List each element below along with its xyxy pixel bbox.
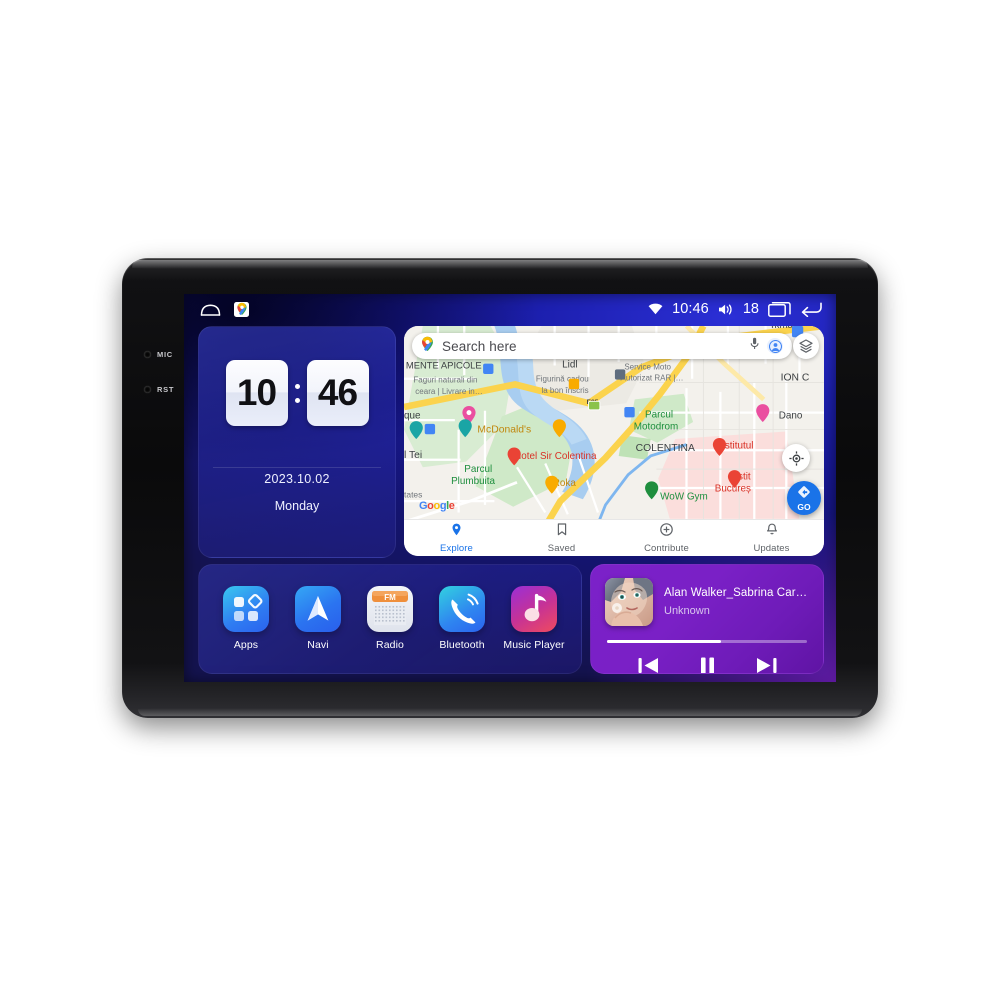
map-nav-updates[interactable]: Updates [719, 523, 824, 554]
recent-apps-icon[interactable] [768, 301, 791, 317]
map-nav-saved[interactable]: Saved [509, 522, 614, 554]
fm-radio-icon: FM [367, 586, 413, 632]
google-maps-pin-icon [421, 336, 434, 357]
mic-label: MIC [157, 350, 173, 359]
previous-track-button[interactable] [637, 656, 660, 673]
google-maps-icon[interactable] [234, 301, 249, 317]
status-time: 10:46 [672, 301, 709, 317]
reset-hole-icon[interactable] [144, 386, 151, 393]
navigate-go-button[interactable]: GO [787, 481, 821, 515]
clock-colon-icon [294, 383, 300, 403]
track-title: Alan Walker_Sabrina Carpenter_F… [664, 587, 809, 599]
status-bar-right: 10:46 18 [648, 301, 822, 317]
track-metadata: Alan Walker_Sabrina Carpenter_F… Unknown [664, 587, 809, 617]
app-label-apps: Apps [233, 639, 259, 651]
account-avatar-icon[interactable] [767, 338, 783, 354]
clock-date: 2023.10.02 [264, 472, 330, 486]
volume-icon[interactable] [718, 303, 734, 316]
clock-widget[interactable]: 10 46 2023.10.02 Monday [198, 326, 396, 558]
map-nav-contribute[interactable]: Contribute [614, 522, 719, 554]
status-bar: 10:46 18 [184, 294, 836, 324]
app-label-radio: Radio [376, 639, 404, 651]
map-nav-explore[interactable]: Explore [404, 523, 509, 554]
clock-hours: 10 [225, 360, 288, 426]
app-shortcut-apps[interactable]: Apps [217, 586, 275, 651]
my-location-icon[interactable] [782, 444, 810, 472]
now-playing-header: Alan Walker_Sabrina Carpenter_F… Unknown [591, 565, 823, 626]
music-note-icon [511, 586, 557, 632]
apps-grid-icon [223, 586, 269, 632]
clock-weekday: Monday [274, 499, 320, 513]
screenshot-root: MIC RST 10:46 18 10 46 2023.10.02 Monday… [0, 0, 1000, 1000]
playback-progress-fill [607, 640, 721, 643]
map-nav-explore-label: Explore [440, 542, 473, 554]
clock-divider [213, 467, 381, 468]
map-widget[interactable]: APINATURAMENTE APICOLEFaguri naturali di… [404, 326, 824, 556]
back-icon[interactable] [800, 302, 822, 317]
pause-button[interactable] [699, 656, 716, 673]
plus-circle-icon [660, 522, 673, 541]
wifi-icon [648, 303, 663, 315]
music-player-widget[interactable]: Alan Walker_Sabrina Carpenter_F… Unknown [590, 564, 824, 674]
go-label: GO [797, 501, 811, 512]
app-shortcut-radio[interactable]: FM Radio [361, 586, 419, 651]
bookmark-icon [557, 522, 567, 541]
search-input[interactable]: Search here [442, 339, 742, 354]
app-shortcut-navi[interactable]: Navi [289, 586, 347, 651]
home-widget-grid: 10 46 2023.10.02 Monday MENTE APICOLE Fa… [198, 326, 824, 674]
place-pin-icon [451, 523, 462, 541]
app-label-bluetooth: Bluetooth [439, 639, 485, 651]
album-art-image [605, 578, 653, 626]
bell-icon [766, 523, 778, 541]
radio-band-text: FM [384, 593, 396, 602]
playback-controls [591, 643, 823, 673]
playback-progress-bar[interactable] [607, 640, 807, 643]
app-label-music-player: Music Player [503, 639, 565, 651]
status-bar-left [200, 301, 249, 317]
app-dock-widget: Apps Navi FM Radio Bluetooth Music Playe… [198, 564, 582, 674]
app-shortcut-bluetooth[interactable]: Bluetooth [433, 586, 491, 651]
mic-hole-icon [144, 351, 151, 358]
volume-level: 18 [742, 301, 759, 317]
map-layers-icon[interactable] [793, 333, 819, 359]
app-shortcut-music-player[interactable]: Music Player [503, 586, 565, 651]
microphone-icon[interactable] [750, 337, 759, 355]
home-icon[interactable] [200, 303, 221, 316]
map-nav-updates-label: Updates [753, 542, 790, 554]
map-bottom-nav[interactable]: Explore Saved Contribute Updates [404, 519, 824, 556]
bluetooth-phone-icon [439, 586, 485, 632]
flip-clock: 10 46 [199, 360, 395, 426]
navigation-arrow-icon [295, 586, 341, 632]
map-nav-contribute-label: Contribute [644, 542, 689, 554]
touchscreen[interactable]: 10:46 18 10 46 2023.10.02 Monday MENTE A… [184, 294, 836, 682]
navigation-diamond-icon [797, 485, 811, 504]
car-head-unit-device: MIC RST 10:46 18 10 46 2023.10.02 Monday… [122, 258, 878, 718]
track-artist: Unknown [664, 605, 710, 617]
map-search-bar[interactable]: Search here [412, 333, 792, 359]
reset-label: RST [157, 385, 175, 394]
next-track-button[interactable] [755, 656, 778, 673]
clock-minutes: 46 [306, 360, 369, 426]
app-dock-row: Apps Navi FM Radio Bluetooth Music Playe… [199, 565, 581, 651]
app-label-navi: Navi [307, 639, 329, 651]
map-nav-saved-label: Saved [547, 542, 576, 554]
google-watermark: Google [419, 500, 455, 512]
